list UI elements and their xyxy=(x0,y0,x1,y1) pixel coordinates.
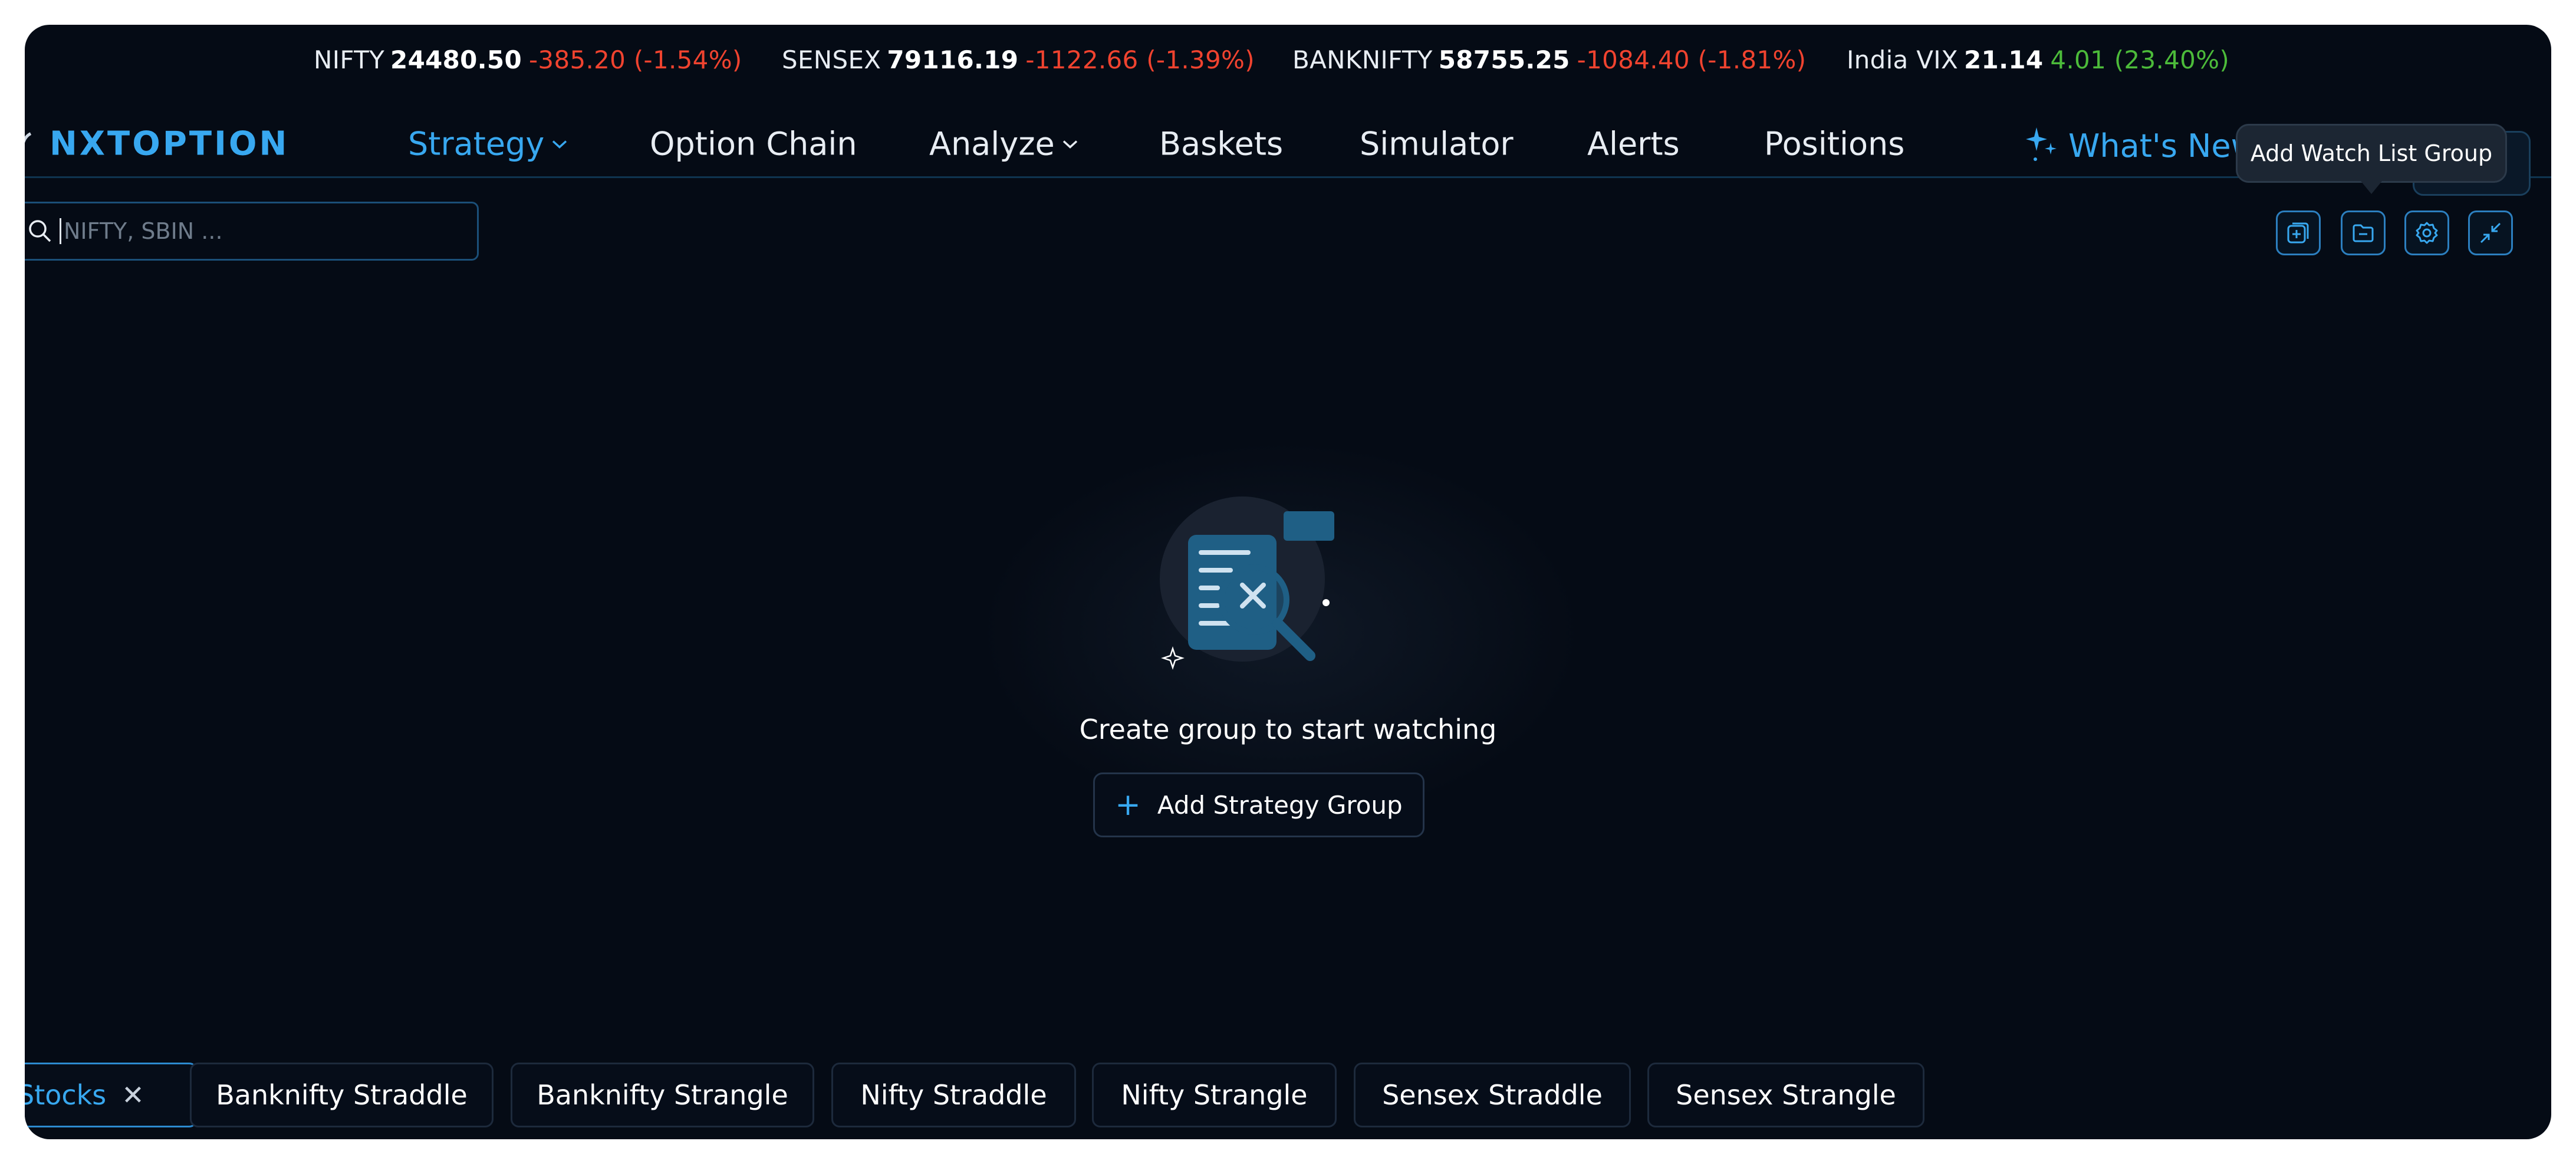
ticker-change: 4.01 (23.40%) xyxy=(2050,45,2230,74)
tab-stocks[interactable]: Stocks ✕ xyxy=(25,1063,198,1127)
sparkle-icon xyxy=(2026,127,2057,161)
tab-banknifty-straddle[interactable]: Banknifty Straddle xyxy=(190,1063,494,1127)
ticker-india-vix[interactable]: India VIX 21.14 4.01 (23.40%) xyxy=(1847,45,2229,74)
nav-label: Alerts xyxy=(1587,125,1680,163)
top-navbar: NXTOPTION Strategy Option Chain Analyze … xyxy=(25,101,2551,196)
ticker-name: SENSEX xyxy=(782,45,881,74)
nav-simulator[interactable]: Simulator xyxy=(1360,126,1514,163)
tab-label: Stocks xyxy=(25,1079,107,1111)
nav-option-chain[interactable]: Option Chain xyxy=(650,126,857,163)
add-strategy-group-button[interactable]: + Add Strategy Group xyxy=(1093,772,1424,837)
empty-watchlist-illustration xyxy=(1160,496,1334,670)
ticker-name: NIFTY xyxy=(314,45,385,74)
ticker-banknifty[interactable]: BANKNIFTY 58755.25 -1084.40 (-1.81%) xyxy=(1292,45,1806,74)
ticker-change: -1122.66 (-1.39%) xyxy=(1025,45,1255,74)
tab-label: Sensex Strangle xyxy=(1676,1079,1896,1111)
nav-strategy[interactable]: Strategy xyxy=(408,126,568,163)
chevron-down-icon xyxy=(552,140,567,149)
empty-state-message: Create group to start watching xyxy=(1079,713,1497,745)
nav-label: Baskets xyxy=(1159,125,1284,163)
whats-new-link[interactable]: What's New xyxy=(2024,125,2257,166)
tab-banknifty-strangle[interactable]: Banknifty Strangle xyxy=(511,1063,814,1127)
logo-mark-icon xyxy=(25,132,32,143)
search-input[interactable] xyxy=(60,218,413,244)
tab-label: Nifty Strangle xyxy=(1121,1079,1308,1111)
tab-label: Sensex Straddle xyxy=(1382,1079,1603,1111)
nav-label: Strategy xyxy=(408,125,545,163)
settings-icon xyxy=(2416,222,2438,244)
market-ticker: NIFTY 24480.50 -385.20 (-1.54%) SENSEX 7911… xyxy=(25,25,2551,96)
collapse-icon xyxy=(2480,222,2501,244)
nav-label: Option Chain xyxy=(650,125,857,163)
add-strategy-group-label: Add Strategy Group xyxy=(1157,790,1403,820)
nav-alerts[interactable]: Alerts xyxy=(1587,126,1680,163)
tab-sensex-strangle[interactable]: Sensex Strangle xyxy=(1647,1063,1924,1127)
folder-icon xyxy=(2353,224,2374,242)
plus-icon: + xyxy=(1115,787,1141,823)
close-icon[interactable]: ✕ xyxy=(121,1079,144,1111)
ticker-price: 24480.50 xyxy=(390,45,522,74)
add-group-folder-button[interactable] xyxy=(2341,211,2386,255)
tab-label: Nifty Straddle xyxy=(860,1079,1047,1111)
app-window: NIFTY 24480.50 -385.20 (-1.54%) SENSEX 7911… xyxy=(25,25,2551,1139)
tab-nifty-straddle[interactable]: Nifty Straddle xyxy=(831,1063,1076,1127)
tab-nifty-strangle[interactable]: Nifty Strangle xyxy=(1092,1063,1337,1127)
settings-button[interactable] xyxy=(2404,211,2449,255)
tab-label: Banknifty Straddle xyxy=(216,1079,468,1111)
tooltip: Add Watch List Group xyxy=(2236,124,2507,194)
ticker-change: -385.20 (-1.54%) xyxy=(528,45,742,74)
symbol-search[interactable] xyxy=(25,202,479,261)
nav-positions[interactable]: Positions xyxy=(1764,126,1904,163)
nav-label: Positions xyxy=(1764,125,1905,163)
brand-logo[interactable]: NXTOPTION xyxy=(25,125,289,163)
chevron-down-icon xyxy=(1062,140,1077,149)
ticker-name: BANKNIFTY xyxy=(1292,45,1433,74)
ticker-price: 79116.19 xyxy=(887,45,1019,74)
collapse-button[interactable] xyxy=(2468,211,2513,255)
add-watchlist-button[interactable] xyxy=(2276,211,2321,255)
tab-sensex-straddle[interactable]: Sensex Straddle xyxy=(1354,1063,1631,1127)
nav-baskets[interactable]: Baskets xyxy=(1159,126,1283,163)
tab-label: Banknifty Strangle xyxy=(537,1079,788,1111)
ticker-sensex[interactable]: SENSEX 79116.19 -1122.66 (-1.39%) xyxy=(782,45,1255,74)
nav-analyze[interactable]: Analyze xyxy=(929,126,1078,163)
search-icon xyxy=(29,220,51,242)
whats-new-label: What's New xyxy=(2068,127,2257,165)
ticker-change: -1084.40 (-1.81%) xyxy=(1577,45,1807,74)
logo-text: NXTOPTION xyxy=(50,124,289,163)
ticker-price: 58755.25 xyxy=(1438,45,1570,74)
ticker-name: India VIX xyxy=(1847,45,1959,74)
nav-label: Analyze xyxy=(929,125,1055,163)
add-watchlist-icon xyxy=(2287,222,2309,244)
ticker-nifty[interactable]: NIFTY 24480.50 -385.20 (-1.54%) xyxy=(314,45,742,74)
ticker-price: 21.14 xyxy=(1964,45,2044,74)
nav-label: Simulator xyxy=(1360,125,1514,163)
